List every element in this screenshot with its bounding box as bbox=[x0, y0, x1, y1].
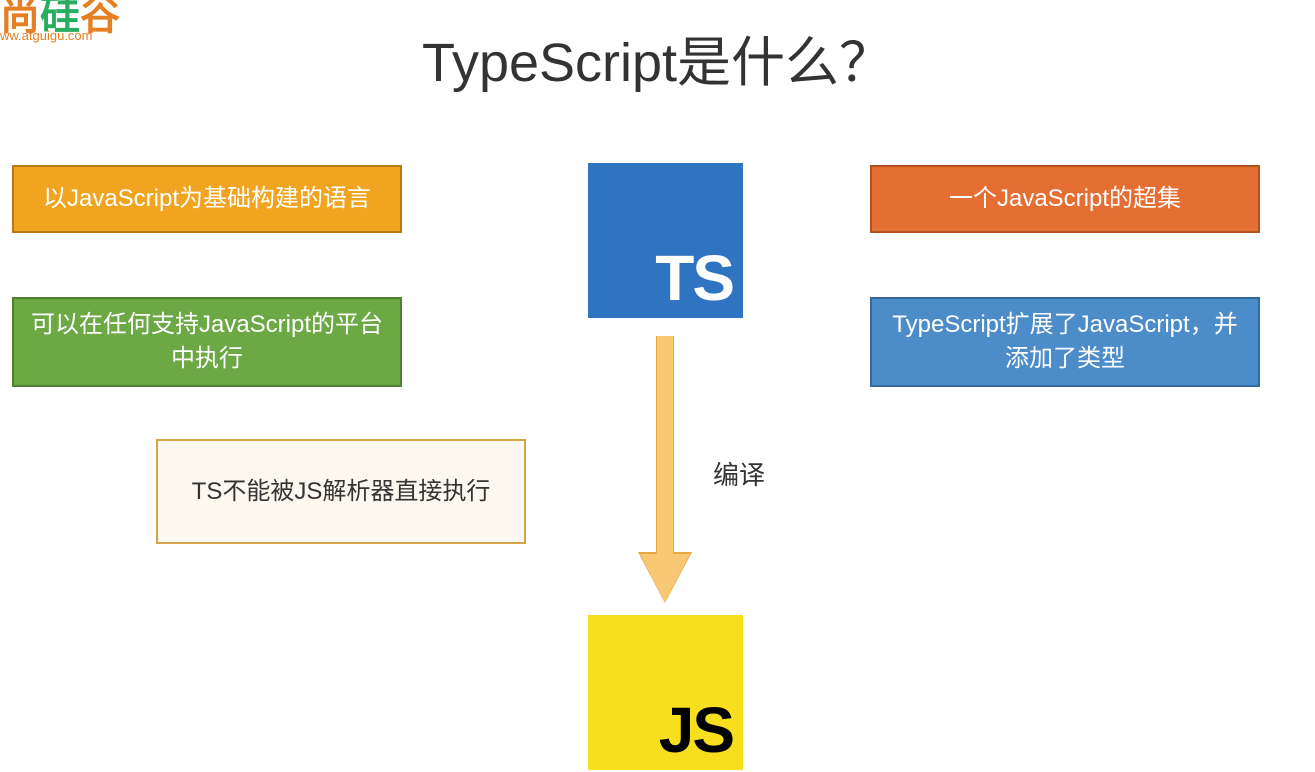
feature-box-superset: 一个JavaScript的超集 bbox=[870, 165, 1260, 233]
feature-text: 可以在任何支持JavaScript的平台中执行 bbox=[30, 308, 384, 375]
feature-box-platform: 可以在任何支持JavaScript的平台中执行 bbox=[12, 297, 402, 387]
arrow-label: 编译 bbox=[713, 455, 765, 492]
compile-arrow-icon bbox=[645, 336, 685, 606]
feature-text: TS不能被JS解析器直接执行 bbox=[192, 475, 491, 509]
feature-text: 以JavaScript为基础构建的语言 bbox=[43, 182, 371, 216]
typescript-logo-icon: TS bbox=[588, 163, 743, 318]
feature-text: 一个JavaScript的超集 bbox=[949, 182, 1181, 216]
feature-box-types: TypeScript扩展了JavaScript，并添加了类型 bbox=[870, 297, 1260, 387]
feature-text: TypeScript扩展了JavaScript，并添加了类型 bbox=[888, 308, 1242, 375]
brand-logo: 尚硅谷 ww.atguigu.com bbox=[0, 0, 120, 43]
js-logo-text: JS bbox=[659, 698, 733, 762]
ts-logo-text: TS bbox=[655, 246, 733, 310]
feature-box-foundation: 以JavaScript为基础构建的语言 bbox=[12, 165, 402, 233]
javascript-logo-icon: JS bbox=[588, 615, 743, 770]
page-title: TypeScript是什么？ bbox=[422, 18, 893, 97]
feature-box-parser: TS不能被JS解析器直接执行 bbox=[156, 439, 526, 544]
